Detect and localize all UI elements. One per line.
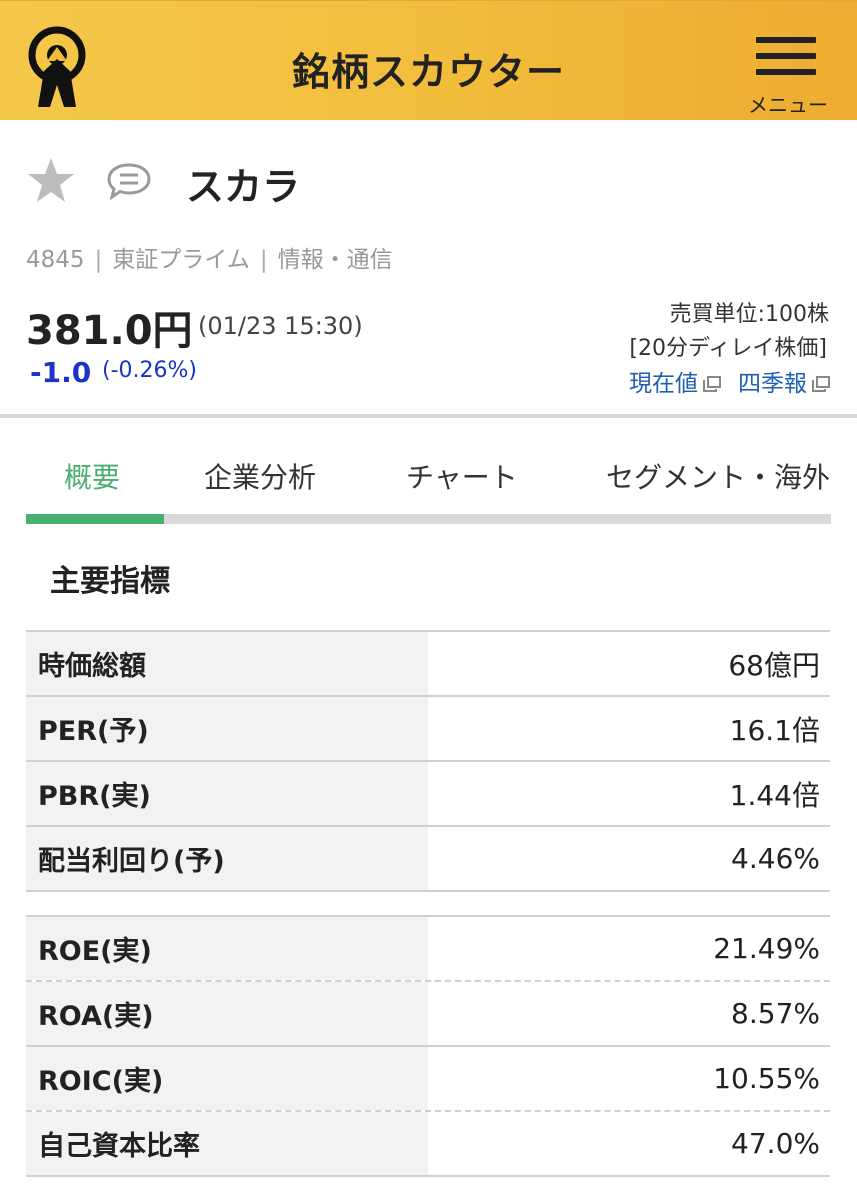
table-row: ROIC(実) 10.55% xyxy=(26,1047,830,1112)
metric-value: 68億円 xyxy=(728,648,820,682)
app-header: 銘柄スカウター メニュー xyxy=(0,0,857,120)
quarterly-report-link-label[interactable]: 四季報 xyxy=(738,371,807,397)
current-price-link[interactable]: 現在値 xyxy=(629,371,722,397)
external-link-icon[interactable] xyxy=(702,376,722,392)
section-title: 主要指標 xyxy=(50,564,170,599)
stock-sector: 情報・通信 xyxy=(277,247,393,273)
price-datetime: (01/23 15:30) xyxy=(198,312,363,340)
stock-code: 4845 xyxy=(26,247,85,273)
tab-segment[interactable]: セグメント・海外 xyxy=(606,456,830,496)
tab-chart[interactable]: チャート xyxy=(406,456,518,496)
quarterly-report-link[interactable]: 四季報 xyxy=(738,371,831,397)
metric-label: 配当利回り(予) xyxy=(26,827,428,890)
table-row: 自己資本比率 47.0% xyxy=(26,1112,830,1177)
metric-label: PER(予) xyxy=(26,697,428,760)
metric-label: ROA(実) xyxy=(26,982,428,1045)
comment-icon[interactable] xyxy=(106,162,152,200)
table-row: ROA(実) 8.57% xyxy=(26,982,830,1047)
metric-value: 10.55% xyxy=(713,1062,820,1095)
stock-market: 東証プライム xyxy=(112,247,250,273)
stock-name: スカラ xyxy=(186,165,301,209)
metrics-table-valuation: 時価総額 68億円 PER(予) 16.1倍 PBR(実) 1.44倍 配当利回… xyxy=(26,630,830,892)
metric-label: PBR(実) xyxy=(26,762,428,825)
app-title: 銘柄スカウター xyxy=(291,50,565,94)
metric-value: 21.49% xyxy=(713,932,820,965)
tab-company-analysis[interactable]: 企業分析 xyxy=(204,456,316,496)
price-change: -1.0 xyxy=(30,356,92,389)
tab-active-indicator xyxy=(26,514,164,524)
table-row: ROE(実) 21.49% xyxy=(26,917,830,982)
current-price-link-label[interactable]: 現在値 xyxy=(629,371,698,397)
metric-label: 時価総額 xyxy=(26,632,428,695)
metrics-table-returns: ROE(実) 21.49% ROA(実) 8.57% ROIC(実) 10.55… xyxy=(26,915,830,1177)
trade-unit: 売買単位:100株 xyxy=(669,302,829,327)
metric-value: 4.46% xyxy=(731,842,820,875)
price-change-percent: (-0.26%) xyxy=(102,358,197,383)
external-links: 現在値 四季報 xyxy=(629,364,831,398)
menu-label[interactable]: メニュー xyxy=(740,89,836,118)
stock-header: スカラ 4845 | 東証プライム | 情報・通信 381.0円 (01/23 15:3… xyxy=(0,120,857,418)
stock-price: 381.0円 xyxy=(26,308,193,354)
metric-value: 1.44倍 xyxy=(729,778,820,812)
menu-button[interactable]: メニュー xyxy=(740,37,836,117)
table-row: PER(予) 16.1倍 xyxy=(26,697,830,762)
stock-meta: 4845 | 東証プライム | 情報・通信 xyxy=(26,247,393,273)
metric-label: 自己資本比率 xyxy=(26,1112,428,1175)
metric-label: ROE(実) xyxy=(26,917,428,980)
tab-bar: 概要 企業分析 チャート セグメント・海外 xyxy=(26,442,857,524)
tab-overview[interactable]: 概要 xyxy=(64,456,120,496)
metric-value: 8.57% xyxy=(731,997,820,1030)
external-link-icon[interactable] xyxy=(811,376,831,392)
delay-note: [20分ディレイ株価] xyxy=(629,336,827,361)
metric-label: ROIC(実) xyxy=(26,1047,428,1110)
table-row: 配当利回り(予) 4.46% xyxy=(26,827,830,892)
metric-value: 16.1倍 xyxy=(729,713,820,747)
metric-value: 47.0% xyxy=(731,1127,820,1160)
menu-icon[interactable] xyxy=(756,37,816,79)
table-row: 時価総額 68億円 xyxy=(26,632,830,697)
table-row: PBR(実) 1.44倍 xyxy=(26,762,830,827)
star-icon[interactable] xyxy=(26,156,76,204)
